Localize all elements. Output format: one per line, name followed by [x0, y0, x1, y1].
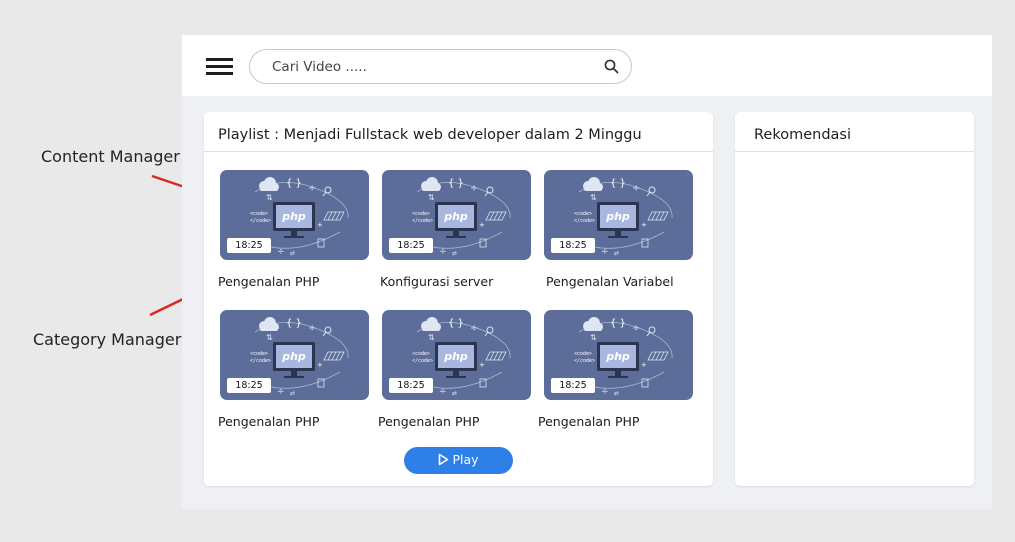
- video-title[interactable]: Pengenalan PHP: [378, 414, 479, 429]
- video-duration: 18:25: [227, 238, 271, 253]
- search-bar: [249, 49, 632, 84]
- svg-text:⇄: ⇄: [452, 390, 457, 397]
- svg-text:÷: ÷: [277, 247, 285, 257]
- svg-text:÷: ÷: [632, 183, 640, 194]
- svg-text:+: +: [641, 361, 647, 369]
- svg-text:<code>: <code>: [574, 211, 592, 217]
- svg-text:⇅: ⇅: [428, 193, 435, 202]
- svg-text:<code>: <code>: [250, 351, 268, 357]
- svg-text:+: +: [641, 221, 647, 229]
- video-duration: 18:25: [389, 378, 433, 393]
- video-item[interactable]: { } ÷ <code> </code> php + ÷ ⇄: [538, 310, 693, 429]
- svg-text:{ }: { }: [286, 178, 302, 189]
- svg-text:÷: ÷: [439, 247, 447, 257]
- svg-text:</code>: </code>: [250, 218, 271, 224]
- video-thumbnail[interactable]: { } ÷ <code> </code> php + ÷ ⇄ ⇅ 18:25: [220, 310, 369, 400]
- svg-text:+: +: [479, 221, 485, 229]
- svg-text:⇅: ⇅: [590, 333, 597, 342]
- svg-text:⇅: ⇅: [266, 333, 273, 342]
- svg-text:php: php: [281, 210, 306, 223]
- svg-text:<code>: <code>: [412, 211, 430, 217]
- svg-text:⇄: ⇄: [452, 250, 457, 257]
- recommendation-card: Rekomendasi: [735, 112, 974, 486]
- video-thumbnail[interactable]: { } ÷ <code> </code> php + ÷ ⇄ ⇅ 18:25: [544, 170, 693, 260]
- svg-text:+: +: [317, 221, 323, 229]
- video-item[interactable]: { } ÷ <code> </code> php + ÷ ⇄: [380, 170, 531, 289]
- app-window: Playlist : Menjadi Fullstack web develop…: [182, 35, 992, 509]
- video-item[interactable]: { } ÷ <code> </code> php + ÷ ⇄: [218, 170, 369, 289]
- video-title[interactable]: Pengenalan PHP: [538, 414, 639, 429]
- svg-text:</code>: </code>: [574, 218, 595, 224]
- svg-text:php: php: [443, 210, 468, 223]
- svg-text:⇄: ⇄: [614, 250, 619, 257]
- svg-text:+: +: [479, 361, 485, 369]
- video-thumbnail[interactable]: { } ÷ <code> </code> php + ÷ ⇄ ⇅ 18:25: [382, 310, 531, 400]
- svg-text:÷: ÷: [308, 183, 316, 194]
- svg-text:÷: ÷: [308, 323, 316, 334]
- svg-text:⇄: ⇄: [614, 390, 619, 397]
- video-thumbnail[interactable]: { } ÷ <code> </code> php + ÷ ⇄ ⇅ 18:25: [220, 170, 369, 260]
- svg-text:{ }: { }: [448, 318, 464, 329]
- play-label: Play: [452, 452, 479, 467]
- video-duration: 18:25: [551, 238, 595, 253]
- svg-text:⇄: ⇄: [290, 250, 295, 257]
- svg-text:÷: ÷: [601, 387, 609, 397]
- svg-text:php: php: [605, 350, 630, 363]
- svg-text:+: +: [317, 361, 323, 369]
- svg-text:</code>: </code>: [412, 218, 433, 224]
- search-input[interactable]: [270, 58, 594, 76]
- playlist-title: Playlist : Menjadi Fullstack web develop…: [204, 112, 713, 152]
- play-button[interactable]: Play: [404, 447, 513, 474]
- svg-text:⇅: ⇅: [590, 193, 597, 202]
- svg-text:÷: ÷: [277, 387, 285, 397]
- svg-text:÷: ÷: [470, 323, 478, 334]
- svg-text:<code>: <code>: [412, 351, 430, 357]
- svg-text:{ }: { }: [610, 318, 626, 329]
- svg-text:</code>: </code>: [574, 358, 595, 364]
- svg-text:÷: ÷: [632, 323, 640, 334]
- svg-text:÷: ÷: [601, 247, 609, 257]
- video-title[interactable]: Pengenalan Variabel: [546, 274, 674, 289]
- video-duration: 18:25: [389, 238, 433, 253]
- video-item[interactable]: { } ÷ <code> </code> php + ÷ ⇄: [544, 170, 693, 289]
- video-item[interactable]: { } ÷ <code> </code> php + ÷ ⇄: [218, 310, 369, 429]
- top-bar: [182, 35, 992, 96]
- video-thumbnail[interactable]: { } ÷ <code> </code> php + ÷ ⇄ ⇅ 18:25: [382, 170, 531, 260]
- video-title[interactable]: Pengenalan PHP: [218, 274, 319, 289]
- svg-text:⇅: ⇅: [266, 193, 273, 202]
- svg-text:{ }: { }: [610, 178, 626, 189]
- recommendation-title: Rekomendasi: [735, 112, 974, 152]
- video-title[interactable]: Konfigurasi server: [380, 274, 493, 289]
- svg-text:<code>: <code>: [574, 351, 592, 357]
- svg-text:÷: ÷: [470, 183, 478, 194]
- svg-text:⇄: ⇄: [290, 390, 295, 397]
- hamburger-menu-icon[interactable]: [206, 56, 234, 78]
- svg-text:⇅: ⇅: [428, 333, 435, 342]
- svg-text:php: php: [443, 350, 468, 363]
- video-item[interactable]: { } ÷ <code> </code> php + ÷ ⇄: [378, 310, 531, 429]
- search-icon[interactable]: [604, 59, 619, 78]
- svg-text:</code>: </code>: [250, 358, 271, 364]
- svg-text:php: php: [605, 210, 630, 223]
- svg-text:{ }: { }: [448, 178, 464, 189]
- video-duration: 18:25: [227, 378, 271, 393]
- video-title[interactable]: Pengenalan PHP: [218, 414, 319, 429]
- svg-text:<code>: <code>: [250, 211, 268, 217]
- svg-text:÷: ÷: [439, 387, 447, 397]
- svg-text:</code>: </code>: [412, 358, 433, 364]
- play-icon: [438, 453, 449, 469]
- svg-text:{ }: { }: [286, 318, 302, 329]
- svg-text:php: php: [281, 350, 306, 363]
- video-duration: 18:25: [551, 378, 595, 393]
- video-thumbnail[interactable]: { } ÷ <code> </code> php + ÷ ⇄ ⇅ 18:25: [544, 310, 693, 400]
- playlist-card: Playlist : Menjadi Fullstack web develop…: [204, 112, 713, 486]
